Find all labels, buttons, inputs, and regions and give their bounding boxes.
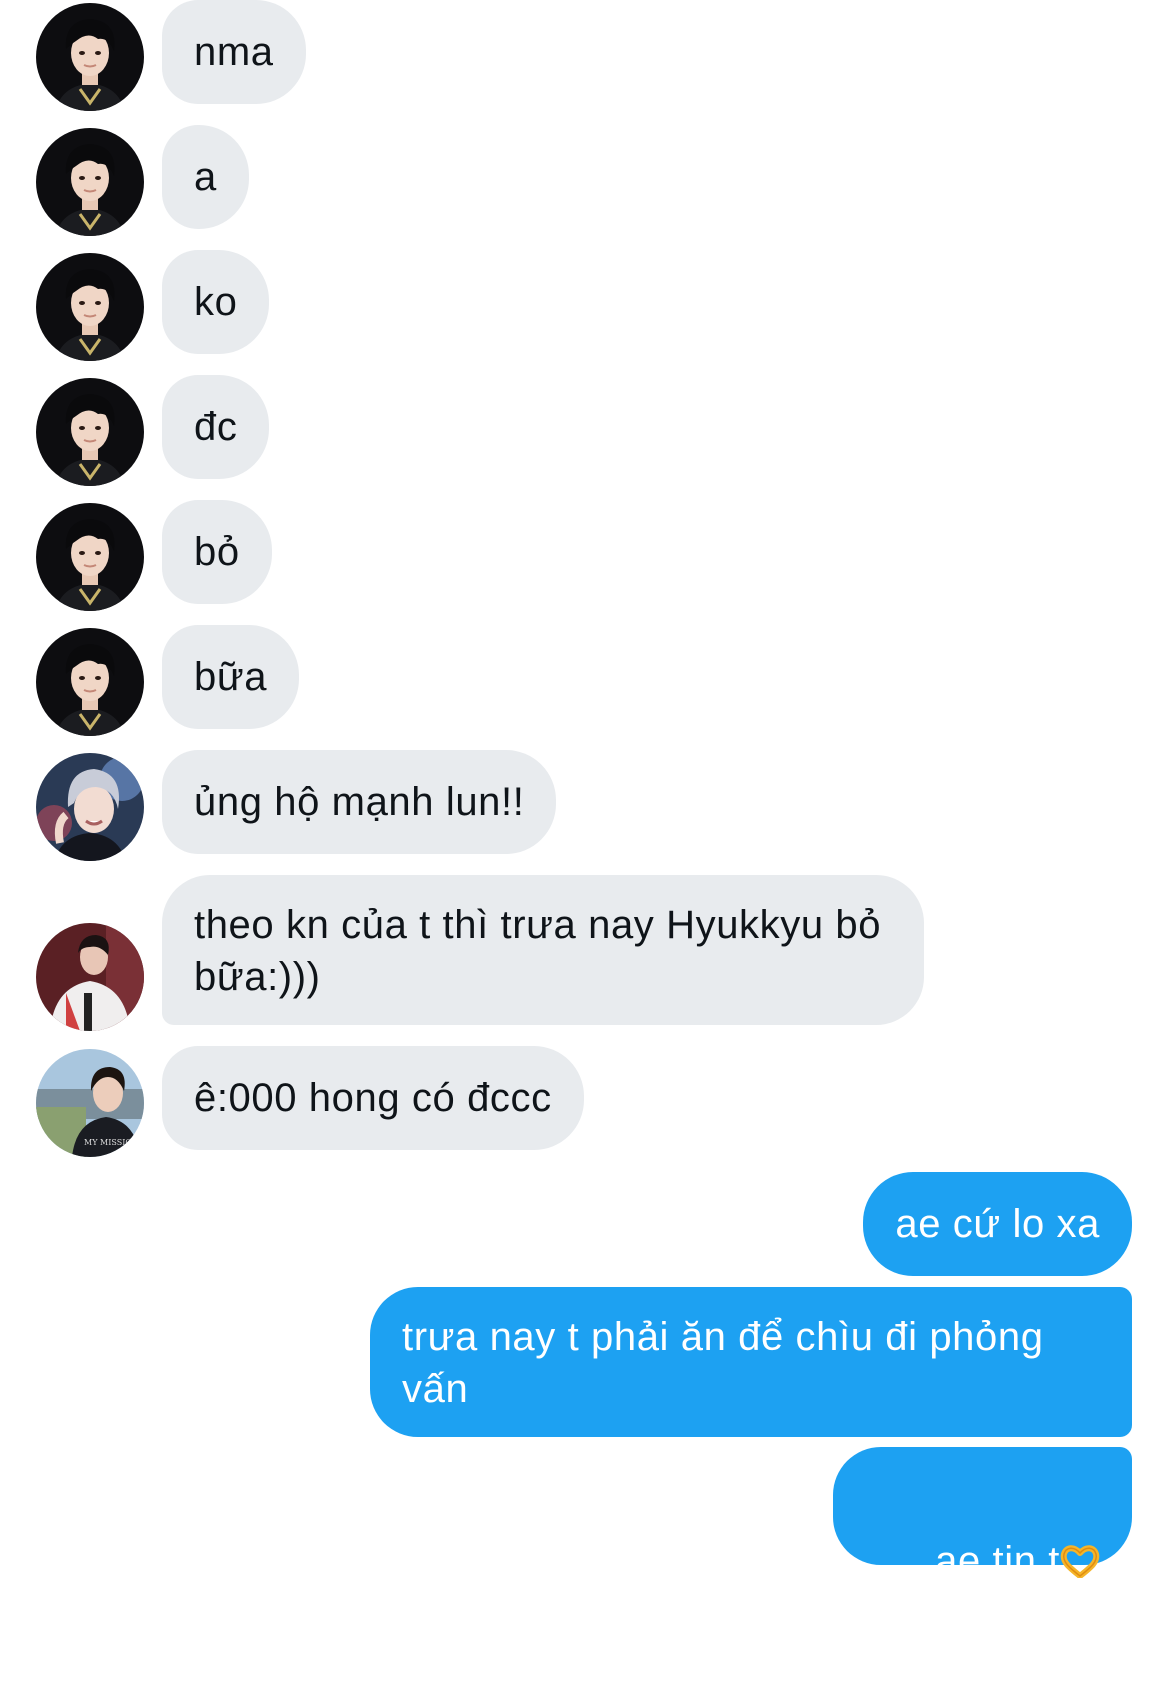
message-row: ê:000 hong có đccc xyxy=(0,1046,1170,1154)
heart-hands-icon xyxy=(1060,1539,1100,1579)
avatar[interactable] xyxy=(36,923,144,1031)
avatar-boy-dark-image xyxy=(36,3,144,111)
incoming-message-bubble[interactable]: ê:000 hong có đccc xyxy=(162,1046,584,1150)
outgoing-message-bubble[interactable]: ae tin t xyxy=(832,1447,1132,1583)
incoming-message-bubble[interactable]: a xyxy=(162,125,249,229)
avatar-boy-dark-image xyxy=(36,503,144,611)
avatar[interactable] xyxy=(36,3,144,111)
incoming-message-bubble[interactable]: ko xyxy=(162,250,270,354)
avatar-silver-hair-image xyxy=(36,753,144,861)
incoming-message-bubble[interactable]: nma xyxy=(162,0,306,104)
message-row: bữa xyxy=(0,625,1170,733)
avatar[interactable] xyxy=(36,753,144,861)
message-row: a xyxy=(0,125,1170,233)
incoming-message-bubble[interactable]: bỏ xyxy=(162,500,272,604)
avatar-outdoor-image xyxy=(36,1049,144,1157)
avatar[interactable] xyxy=(36,253,144,361)
incoming-message-bubble[interactable]: theo kn của t thì trưa nay Hyukkyu bỏ bữ… xyxy=(162,875,924,1025)
avatar-boy-dark-image xyxy=(36,253,144,361)
incoming-message-bubble[interactable]: ủng hộ mạnh lun!! xyxy=(162,750,557,854)
incoming-message-bubble[interactable]: đc xyxy=(162,375,270,479)
message-row: ko xyxy=(0,250,1170,358)
incoming-message-bubble[interactable]: bữa xyxy=(162,625,300,729)
avatar-boy-dark-image xyxy=(36,378,144,486)
outgoing-message-bubble[interactable]: trưa nay t phải ăn để chìu đi phỏng vấn xyxy=(370,1287,1132,1437)
avatar[interactable] xyxy=(36,503,144,611)
outgoing-message-bubble[interactable]: ae cứ lo xa xyxy=(863,1172,1132,1276)
message-row: bỏ xyxy=(0,500,1170,608)
message-row: nma xyxy=(0,0,1170,108)
message-row: trưa nay t phải ăn để chìu đi phỏng vấn xyxy=(0,1287,1170,1437)
avatar[interactable] xyxy=(36,628,144,736)
message-row: ae cứ lo xa xyxy=(0,1172,1170,1278)
message-text: ae tin t xyxy=(935,1539,1060,1583)
avatar-boy-dark-image xyxy=(36,628,144,736)
avatar[interactable] xyxy=(36,378,144,486)
message-row: theo kn của t thì trưa nay Hyukkyu bỏ bữ… xyxy=(0,875,1170,1027)
message-row: ae tin t xyxy=(0,1447,1170,1583)
message-row: ủng hộ mạnh lun!! xyxy=(0,750,1170,858)
avatar[interactable] xyxy=(36,128,144,236)
avatar[interactable] xyxy=(36,1049,144,1157)
message-row: đc xyxy=(0,375,1170,483)
avatar-boy-dark-image xyxy=(36,128,144,236)
avatar-jacket-image xyxy=(36,923,144,1031)
